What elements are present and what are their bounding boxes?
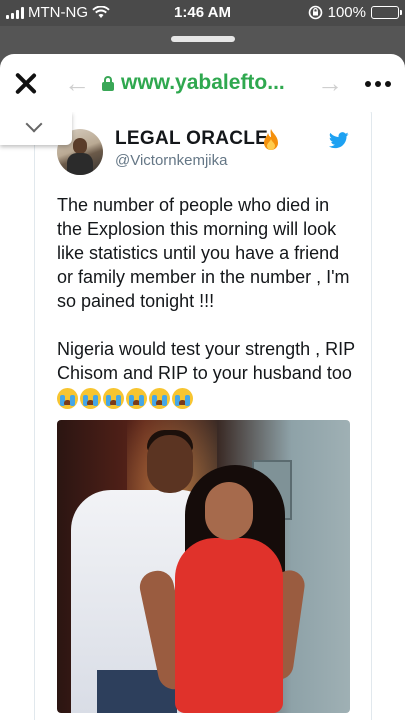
tweet-photo[interactable] <box>57 420 350 713</box>
battery-icon <box>371 6 402 19</box>
tweet-paragraph-1: The number of people who died in the Exp… <box>57 195 350 311</box>
web-page: LEGAL ORACLE @Victornkemjika The number … <box>0 112 405 720</box>
crying-face-emoji-icon <box>57 387 78 409</box>
back-arrow-icon[interactable]: ← <box>64 68 90 99</box>
lock-icon <box>102 76 114 91</box>
crying-face-emoji-icon <box>126 387 147 409</box>
crying-face-emoji-icon <box>172 387 193 409</box>
sheet-grabber[interactable] <box>171 36 235 42</box>
close-icon[interactable] <box>14 71 38 95</box>
status-bar: MTN-NG 1:46 AM 100% <box>0 0 405 26</box>
twitter-bird-icon[interactable] <box>329 132 349 149</box>
tweet-paragraph-2: Nigeria would test your strength , RIP C… <box>57 339 355 383</box>
chevron-down-icon <box>25 115 43 133</box>
status-right: 100% <box>308 4 402 21</box>
crying-emoji-row <box>57 387 193 409</box>
rotation-lock-icon <box>308 5 322 20</box>
url-field[interactable]: www.yabaleftо... <box>121 71 285 95</box>
display-name[interactable]: LEGAL ORACLE <box>115 128 268 150</box>
browser-toolbar: ← www.yabaleftо... → <box>0 54 405 112</box>
more-icon[interactable] <box>365 81 391 87</box>
embedded-tweet: LEGAL ORACLE @Victornkemjika The number … <box>34 112 372 720</box>
crying-face-emoji-icon <box>80 387 101 409</box>
battery-percent: 100% <box>327 4 366 21</box>
crying-face-emoji-icon <box>103 387 124 409</box>
collapse-toolbar-button[interactable] <box>0 112 72 145</box>
crying-face-emoji-icon <box>149 387 170 409</box>
tweet-body: The number of people who died in the Exp… <box>57 193 357 409</box>
forward-arrow-icon[interactable]: → <box>317 68 343 99</box>
fire-emoji-icon <box>264 129 278 150</box>
user-handle[interactable]: @Victornkemjika <box>115 152 228 169</box>
